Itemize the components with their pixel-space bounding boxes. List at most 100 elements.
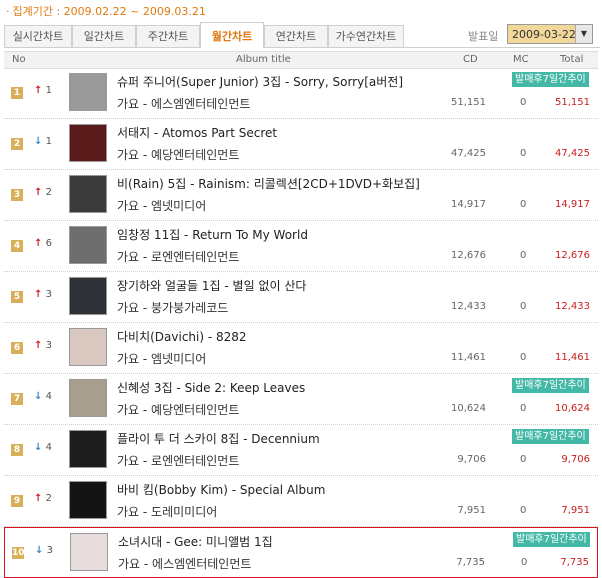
table-row[interactable]: 6 ↑ 3 다비치(Davichi) - 8282 가요 - 엠넷미디어 11,461 0… [4, 323, 598, 374]
arrow-up-icon: ↑ [34, 238, 43, 249]
chart-table: 1 ↑ 1 슈퍼 주니어(Super Junior) 3집 - Sorry, Sor… [4, 68, 598, 578]
rank-badge: 3 [11, 189, 23, 201]
total-sales: 51,151 [555, 97, 590, 108]
mc-sales: 0 [520, 505, 527, 516]
cd-sales: 10,624 [451, 403, 486, 414]
rank-change: ↑ 2 [34, 187, 52, 198]
album-genre-label: 가요 - 예당엔터테인먼트 [117, 148, 240, 162]
rank-badge: 2 [11, 138, 23, 150]
table-row[interactable]: 10 ↓ 3 소녀시대 - Gee: 미니앨범 1집 가요 - 에스엠엔터테인먼트 발매… [4, 527, 598, 578]
album-genre-label: 가요 - 도레미미디어 [117, 505, 218, 519]
rank-change-value: 4 [45, 442, 52, 453]
rank-change-value: 1 [45, 85, 52, 96]
rank-badge: 5 [11, 291, 23, 303]
table-row[interactable]: 1 ↑ 1 슈퍼 주니어(Super Junior) 3집 - Sorry, Sor… [4, 68, 598, 119]
col-mc: MC [513, 54, 529, 65]
rank-change: ↓ 3 [35, 545, 53, 556]
chevron-down-icon[interactable]: ▼ [575, 25, 592, 43]
trend-badge[interactable]: 발매후7일간추이 [512, 72, 589, 87]
release-date-select[interactable]: 2009-03-22 ▼ [507, 24, 593, 44]
album-genre-label: 가요 - 엠넷미디어 [117, 199, 207, 213]
tab-monthly[interactable]: 월간차트 [200, 22, 264, 48]
mc-sales: 0 [520, 250, 527, 261]
album-cover[interactable] [69, 226, 107, 264]
album-cover[interactable] [69, 175, 107, 213]
album-title[interactable]: 임창정 11집 - Return To My World [117, 226, 308, 243]
total-sales: 14,917 [555, 199, 590, 210]
album-genre-label: 가요 - 붕가붕가레코드 [117, 301, 229, 315]
album-title[interactable]: 서태지 - Atomos Part Secret [117, 124, 277, 141]
rank-change: ↑ 3 [34, 289, 52, 300]
album-cover[interactable] [70, 533, 108, 571]
album-cover[interactable] [69, 277, 107, 315]
arrow-down-icon: ↓ [34, 442, 43, 453]
rank-change: ↑ 3 [34, 340, 52, 351]
album-title[interactable]: 다비치(Davichi) - 8282 [117, 328, 247, 345]
arrow-down-icon: ↓ [34, 136, 43, 147]
table-row[interactable]: 5 ↑ 3 장기하와 얼굴들 1집 - 별일 없이 산다가요 - 붕가붕가레코드 12… [4, 272, 598, 323]
cd-sales: 7,735 [456, 557, 485, 568]
table-header: No Album title CD MC Total [4, 51, 598, 69]
table-row[interactable]: 4 ↑ 6 임창정 11집 - Return To My World 가요 - 로엔엔… [4, 221, 598, 272]
trend-badge[interactable]: 발매후7일간추이 [512, 429, 589, 444]
album-title[interactable]: 바비 킴(Bobby Kim) - Special Album [117, 481, 325, 498]
rank-badge: 6 [11, 342, 23, 354]
album-genre-label: 가요 - 엠넷미디어 [117, 352, 207, 366]
table-row[interactable]: 3 ↑ 2 비(Rain) 5집 - Rainism: 리콜렉션[2CD+1DVD+… [4, 170, 598, 221]
album-cover[interactable] [69, 328, 107, 366]
tab-yearly[interactable]: 연간차트 [264, 25, 328, 47]
rank-change: ↓ 1 [34, 136, 52, 147]
rank-badge: 7 [11, 393, 23, 405]
rank-change-value: 1 [45, 136, 52, 147]
album-genre-label: 가요 - 로엔엔터테인먼트 [117, 454, 240, 468]
rank-change: ↓ 4 [34, 391, 52, 402]
tab-realtime[interactable]: 실시간차트 [4, 25, 72, 47]
release-date-label: 발표일 [468, 30, 499, 43]
table-row[interactable]: 9 ↑ 2 바비 킴(Bobby Kim) - Special Album 가요 - … [4, 476, 598, 527]
bullet-icon: · [6, 5, 10, 18]
total-sales: 7,951 [561, 505, 590, 516]
mc-sales: 0 [520, 97, 527, 108]
cd-sales: 7,951 [457, 505, 486, 516]
table-row[interactable]: 2 ↓ 1 서태지 - Atomos Part Secret 가요 - 예당엔터테인먼… [4, 119, 598, 170]
rank-change-value: 4 [45, 391, 52, 402]
arrow-up-icon: ↑ [34, 289, 43, 300]
rank-badge: 1 [11, 87, 23, 99]
album-cover[interactable] [69, 73, 107, 111]
rank-change: ↓ 4 [34, 442, 52, 453]
table-row[interactable]: 8 ↓ 4 플라이 투 더 스카이 8집 - Decennium 가요 - 로엔엔터테… [4, 425, 598, 476]
album-cover[interactable] [69, 430, 107, 468]
total-sales: 10,624 [555, 403, 590, 414]
album-cover[interactable] [69, 379, 107, 417]
col-no: No [12, 54, 26, 65]
cd-sales: 12,433 [451, 301, 486, 312]
cd-sales: 51,151 [451, 97, 486, 108]
trend-badge[interactable]: 발매후7일간추이 [512, 378, 589, 393]
tab-daily[interactable]: 일간차트 [72, 25, 136, 47]
table-row[interactable]: 7 ↓ 4 신혜성 3집 - Side 2: Keep Leaves 가요 - 예당엔… [4, 374, 598, 425]
album-title[interactable]: 신혜성 3집 - Side 2: Keep Leaves [117, 379, 305, 396]
album-title[interactable]: 플라이 투 더 스카이 8집 - Decennium [117, 430, 320, 447]
rank-badge: 10 [12, 547, 25, 559]
rank-badge: 4 [11, 240, 23, 252]
arrow-up-icon: ↑ [34, 493, 43, 504]
mc-sales: 0 [520, 148, 527, 159]
album-cover[interactable] [69, 124, 107, 162]
period-text: 집계기간 : 2009.02.22 ~ 2009.03.21 [12, 5, 206, 18]
rank-change-value: 6 [45, 238, 52, 249]
album-title[interactable]: 슈퍼 주니어(Super Junior) 3집 - Sorry, Sorry[a… [117, 73, 403, 90]
album-cover[interactable] [69, 481, 107, 519]
album-genre-label: 가요 - 로엔엔터테인먼트 [117, 250, 240, 264]
rank-change-value: 3 [46, 545, 53, 556]
arrow-up-icon: ↑ [34, 187, 43, 198]
tab-artist-yearly[interactable]: 가수연간차트 [328, 25, 404, 47]
album-title[interactable]: 장기하와 얼굴들 1집 - 별일 없이 산다 [117, 277, 306, 294]
trend-badge[interactable]: 발매후7일간추이 [513, 532, 590, 547]
total-sales: 7,735 [560, 557, 589, 568]
mc-sales: 0 [520, 403, 527, 414]
period-info: · 집계기간 : 2009.02.22 ~ 2009.03.21 [6, 3, 206, 19]
tab-weekly[interactable]: 주간차트 [136, 25, 200, 47]
album-title[interactable]: 소녀시대 - Gee: 미니앨범 1집 [118, 533, 273, 550]
rank-change-value: 3 [45, 289, 52, 300]
album-title[interactable]: 비(Rain) 5집 - Rainism: 리콜렉션[2CD+1DVD+화보집] [117, 175, 420, 192]
